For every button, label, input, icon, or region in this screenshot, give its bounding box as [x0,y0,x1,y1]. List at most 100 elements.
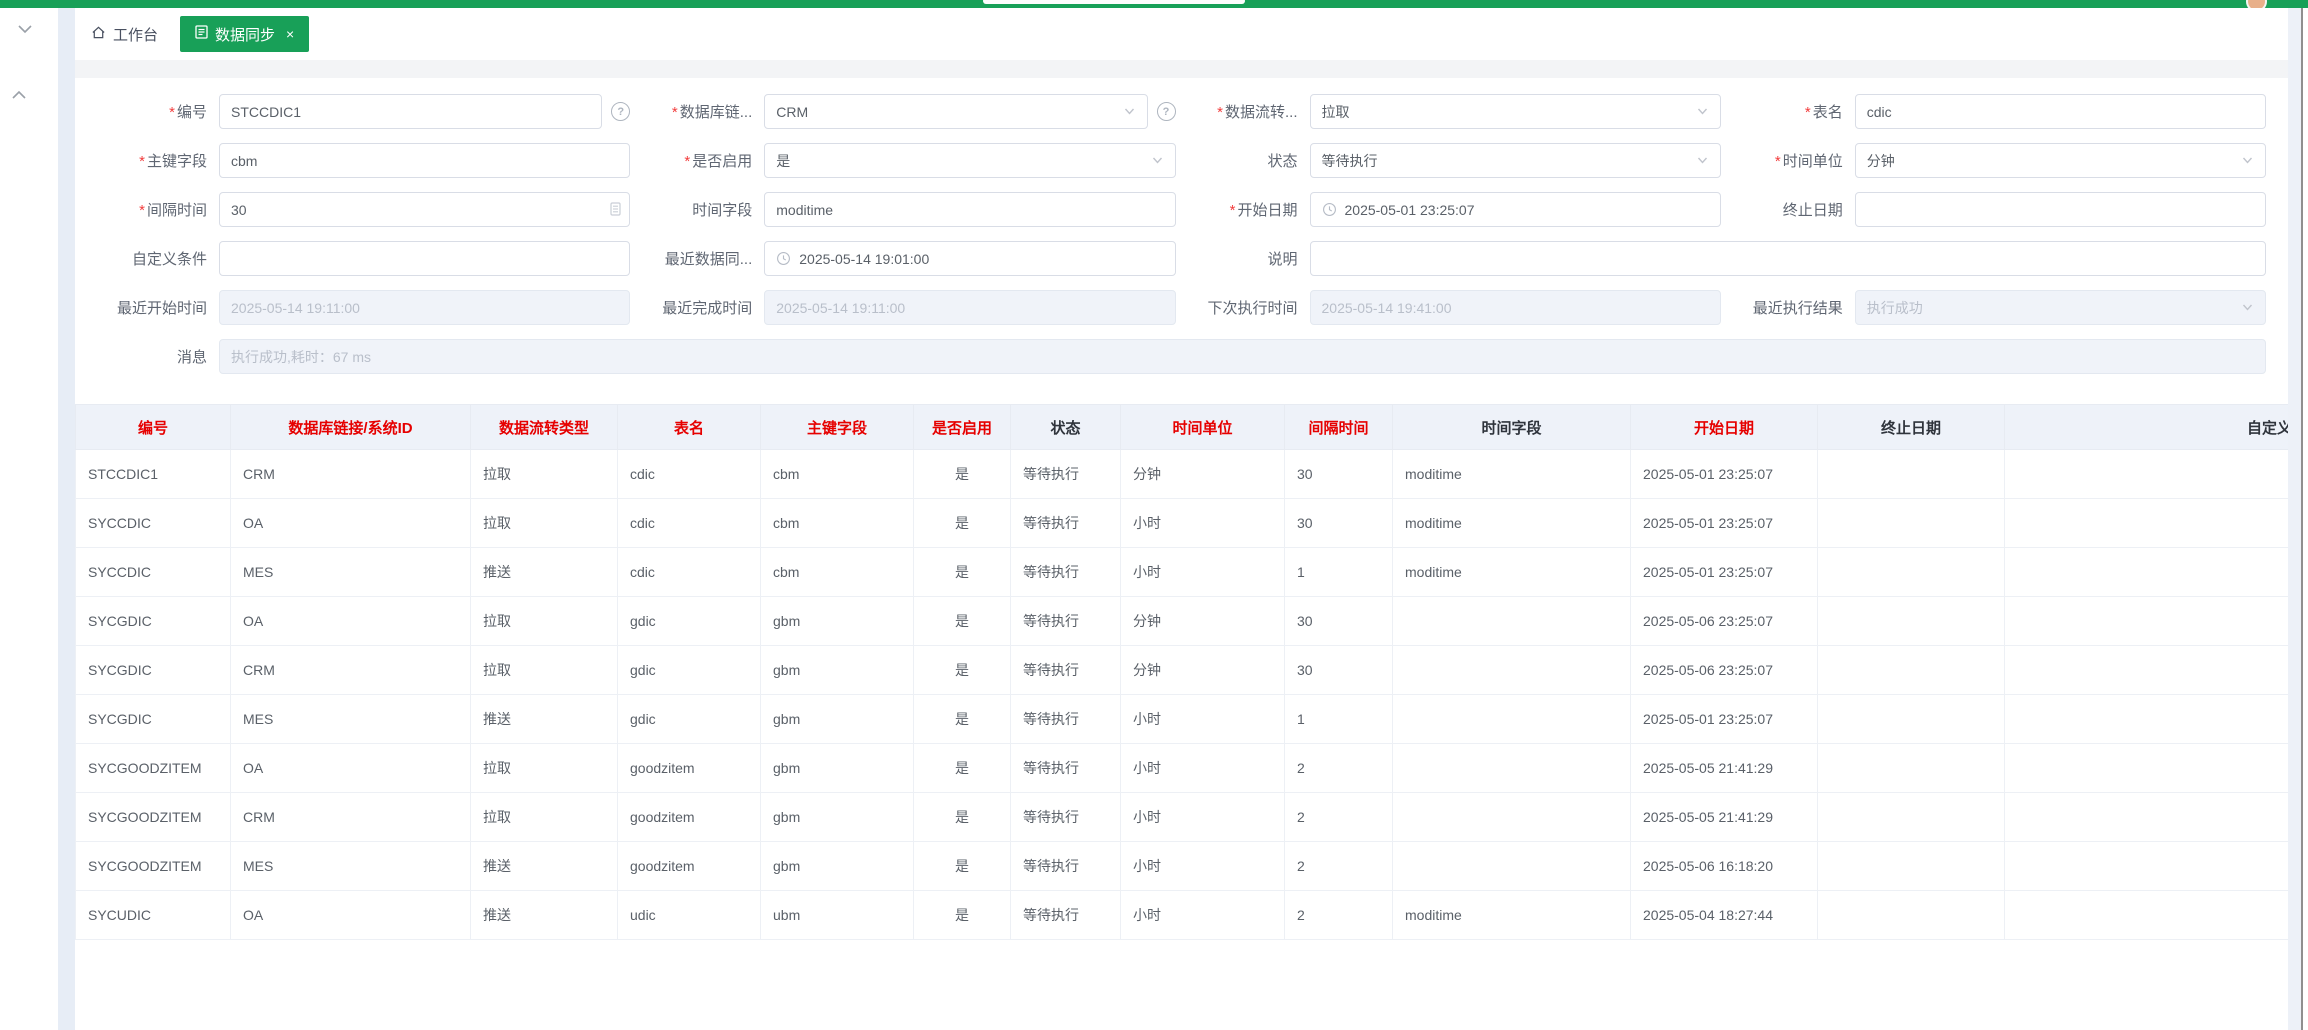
tab-label: 工作台 [113,24,158,45]
chevron-down-icon [2241,301,2254,314]
table-row[interactable]: SYCGDICMES推送gdicgbm是等待执行小时12025-05-01 23… [76,695,2291,744]
remark-input[interactable] [1310,241,2267,276]
field-db-link: 数据库链...CRM? [630,94,1175,129]
table-cell: CRM [231,450,471,499]
field-next-run-time: 下次执行时间2025-05-14 19:41:00 [1176,290,1721,325]
clock-icon [776,251,791,266]
table-cell: 是 [914,842,1011,891]
start-date-input[interactable]: 2025-05-01 23:25:07 [1310,192,1721,227]
table-row[interactable]: SYCGDICCRM拉取gdicgbm是等待执行分钟302025-05-06 2… [76,646,2291,695]
table-cell: gbm [761,744,914,793]
table-cell [1818,450,2005,499]
table-cell [1393,793,1631,842]
field-enabled: 是否启用是 [630,143,1175,178]
time-unit-select[interactable]: 分钟 [1855,143,2266,178]
field-table-name: 表名cdic [1721,94,2266,129]
field-flow-type: 数据流转...拉取 [1176,94,1721,129]
tab-data-sync[interactable]: 数据同步 × [180,16,309,52]
tabbar-divider [75,60,2290,78]
tab-bar: 工作台 数据同步 × [75,8,2290,60]
table-row[interactable]: SYCCDICOA拉取cdiccbm是等待执行小时30moditime2025-… [76,499,2291,548]
table-cell: 等待执行 [1011,842,1121,891]
table-cell: 等待执行 [1011,499,1121,548]
chevron-down-icon [1151,154,1164,167]
table-cell [1818,695,2005,744]
table-cell [2005,548,2291,597]
table-cell: goodzitem [618,842,761,891]
table-name-input[interactable]: cdic [1855,94,2266,129]
field-value: cbm [231,153,257,169]
table-cell: 2 [1285,744,1393,793]
table-cell [2005,450,2291,499]
field-code: 编号STCCDIC1? [85,94,630,129]
table-row[interactable]: SYCCDICMES推送cdiccbm是等待执行小时1moditime2025-… [76,548,2291,597]
table-cell: 等待执行 [1011,695,1121,744]
last-sync-time-input[interactable]: 2025-05-14 19:01:00 [764,241,1175,276]
table-cell: 2 [1285,842,1393,891]
table-cell: 推送 [471,842,618,891]
sync-form: 编号STCCDIC1?数据库链...CRM?数据流转...拉取表名cdic主键字… [75,78,2290,394]
table-cell: gbm [761,646,914,695]
table-row[interactable]: SYCGDICOA拉取gdicgbm是等待执行分钟302025-05-06 23… [76,597,2291,646]
help-icon[interactable]: ? [1157,102,1176,121]
status-select[interactable]: 等待执行 [1310,143,1721,178]
db-link-select[interactable]: CRM [764,94,1147,129]
table-cell: 2025-05-05 21:41:29 [1631,744,1818,793]
column-header: 是否启用 [914,405,1011,450]
table-cell: 2025-05-06 16:18:20 [1631,842,1818,891]
table-row[interactable]: SYCGOODZITEMCRM拉取goodzitemgbm是等待执行小时2202… [76,793,2291,842]
table-cell: goodzitem [618,744,761,793]
table-row[interactable]: SYCUDICOA推送udicubm是等待执行小时2moditime2025-0… [76,891,2291,940]
chevron-down-icon [1123,105,1136,118]
clock-icon [1322,202,1337,217]
field-value: 2025-05-01 23:25:07 [1345,202,1475,218]
table-cell: 是 [914,499,1011,548]
table-cell: 2025-05-01 23:25:07 [1631,499,1818,548]
custom-condition-input[interactable] [219,241,630,276]
table-cell [1393,646,1631,695]
table-row[interactable]: SYCGOODZITEMMES推送goodzitemgbm是等待执行小时2202… [76,842,2291,891]
field-label: 终止日期 [1721,199,1855,220]
table-cell [2005,744,2291,793]
enabled-select[interactable]: 是 [764,143,1175,178]
field-last-result: 最近执行结果执行成功 [1721,290,2266,325]
table-cell [2005,891,2291,940]
table-row[interactable]: SYCGOODZITEMOA拉取goodzitemgbm是等待执行小时22025… [76,744,2291,793]
table-cell: 推送 [471,891,618,940]
flow-type-select[interactable]: 拉取 [1310,94,1721,129]
table-cell: OA [231,597,471,646]
table-row[interactable]: STCCDIC1CRM拉取cdiccbm是等待执行分钟30moditime202… [76,450,2291,499]
table-cell: 推送 [471,548,618,597]
table-cell: OA [231,891,471,940]
sidebar-strip [58,8,75,1030]
chevron-down-icon[interactable] [16,22,34,36]
close-icon[interactable]: × [286,27,294,41]
table-cell [2005,842,2291,891]
help-icon[interactable]: ? [611,102,630,121]
chevron-down-icon [1696,154,1709,167]
table-cell: CRM [231,793,471,842]
table-cell: 2025-05-05 21:41:29 [1631,793,1818,842]
table-cell [1818,499,2005,548]
code-input[interactable]: STCCDIC1 [219,94,602,129]
table-cell: 是 [914,793,1011,842]
table-cell [1393,842,1631,891]
table-cell: CRM [231,646,471,695]
table-cell: 2025-05-01 23:25:07 [1631,450,1818,499]
primary-key-input[interactable]: cbm [219,143,630,178]
table-cell: moditime [1393,450,1631,499]
chevron-up-icon[interactable] [10,88,28,102]
table-body: STCCDIC1CRM拉取cdiccbm是等待执行分钟30moditime202… [76,450,2291,940]
vertical-scrollbar[interactable] [2288,8,2301,1030]
tab-workbench[interactable]: 工作台 [91,24,158,45]
form-row: 间隔时间30时间字段moditime开始日期2025-05-01 23:25:0… [85,192,2266,227]
field-start-date: 开始日期2025-05-01 23:25:07 [1176,192,1721,227]
table-cell: gdic [618,695,761,744]
field-value: 拉取 [1322,102,1350,122]
table-cell: OA [231,499,471,548]
time-field-input[interactable]: moditime [764,192,1175,227]
table-cell: 小时 [1121,499,1285,548]
end-date-input[interactable] [1855,192,2266,227]
column-header: 主键字段 [761,405,914,450]
interval-input[interactable]: 30 [219,192,630,227]
